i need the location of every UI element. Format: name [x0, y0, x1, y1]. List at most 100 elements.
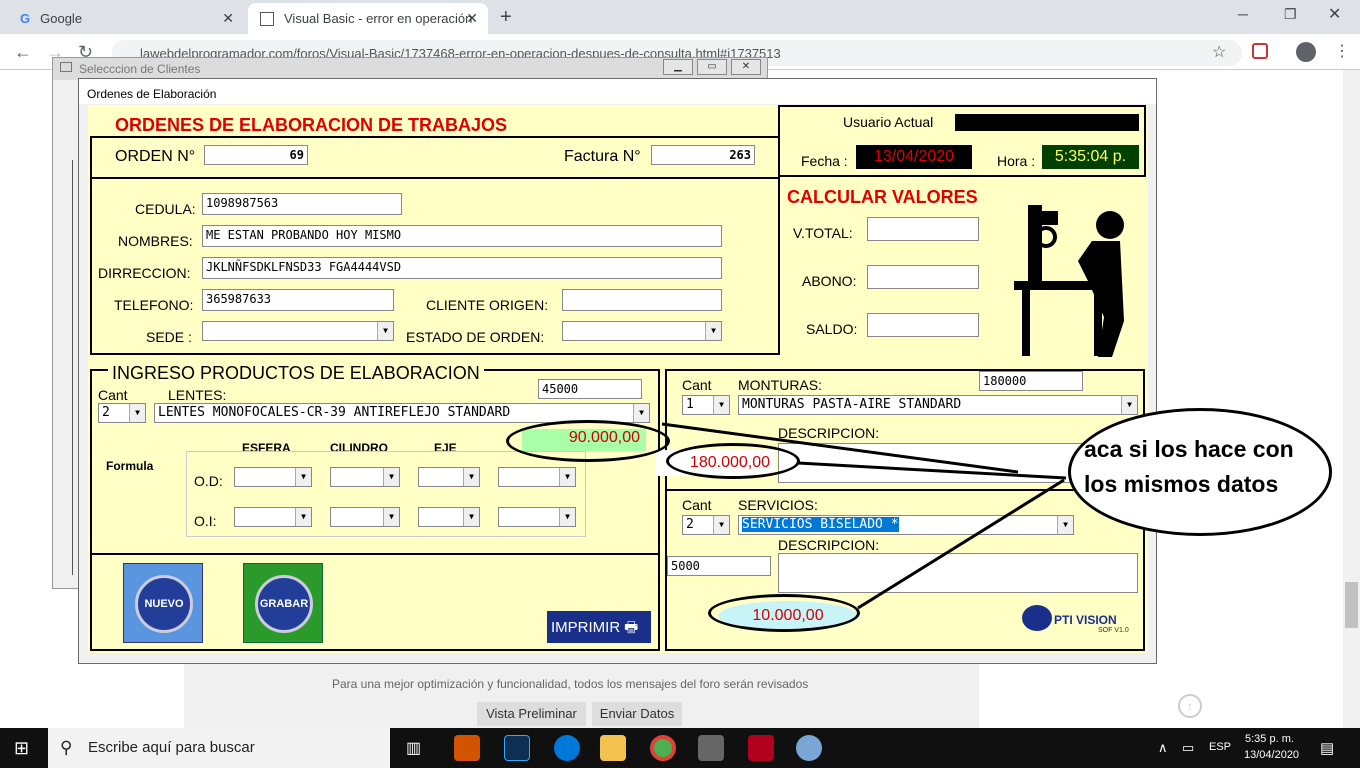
monturas-select[interactable]: MONTURAS PASTA-AIRE STANDARD ▼	[738, 395, 1138, 415]
page-scrollbar[interactable]	[1343, 70, 1360, 728]
chevron-up-icon[interactable]: ∧	[1158, 740, 1168, 756]
orders-window: Ordenes de Elaboración ORDENES DE ELABOR…	[78, 78, 1157, 664]
servicios-descripcion-field[interactable]	[778, 553, 1138, 593]
clock-time[interactable]: 5:35 p. m.	[1245, 733, 1294, 745]
select-value: MONTURAS PASTA-AIRE STANDARD	[742, 397, 962, 412]
close-icon[interactable]: ✕	[731, 59, 761, 75]
window-title: Ordenes de Elaboración	[87, 87, 217, 101]
cant-label: Cant	[682, 377, 712, 393]
od-extra-select[interactable]: ▼	[498, 467, 576, 487]
vtotal-field[interactable]	[867, 217, 979, 241]
window-title: Selecccion de Clientes	[79, 62, 201, 76]
oi-eje-select[interactable]: ▼	[418, 507, 480, 527]
od-eje-select[interactable]: ▼	[418, 467, 480, 487]
sede-select[interactable]: ▼	[202, 321, 394, 341]
nuevo-button[interactable]: NUEVO	[123, 563, 203, 643]
minimize-icon[interactable]: ─	[1238, 6, 1248, 22]
imprimir-button[interactable]: IMPRIMIR 🖶	[547, 611, 651, 643]
monturas-label: MONTURAS:	[738, 377, 822, 393]
taskbar-search-input[interactable]: Escribe aquí para buscar	[48, 728, 390, 768]
grabar-button[interactable]: GRABAR	[243, 563, 323, 643]
monturas-cant-select[interactable]: 1 ▼	[682, 395, 730, 415]
lentes-price-field[interactable]: 45000	[538, 379, 642, 399]
tab-google[interactable]: G Google ✕	[8, 3, 244, 34]
chevron-down-icon[interactable]: ▼	[129, 404, 145, 422]
chevron-down-icon[interactable]: ▼	[713, 396, 729, 414]
factura-label: Factura N°	[564, 148, 641, 165]
direccion-field[interactable]: JKLNÑFSDKLFNSD33 FGA4444VSD	[202, 257, 722, 279]
star-icon[interactable]: ☆	[1212, 42, 1226, 62]
factura-field[interactable]: 263	[651, 145, 755, 165]
cedula-field[interactable]: 1098987563	[202, 193, 402, 215]
chevron-down-icon[interactable]: ▼	[705, 322, 721, 340]
menu-icon[interactable]: ⋮	[1334, 41, 1350, 61]
clock-date[interactable]: 13/04/2020	[1244, 749, 1299, 761]
preview-button[interactable]: Vista Preliminar	[477, 702, 586, 726]
chevron-down-icon[interactable]: ▼	[463, 508, 479, 526]
chevron-down-icon[interactable]: ▼	[633, 404, 649, 422]
windows-start-icon[interactable]: ⊞	[14, 738, 29, 759]
nombres-field[interactable]: ME ESTAN PROBANDO HOY MISMO	[202, 225, 722, 247]
servicios-price-field[interactable]: 5000	[667, 556, 771, 576]
chevron-down-icon[interactable]: ▼	[559, 468, 575, 486]
monturas-price-field[interactable]: 180000	[979, 371, 1083, 391]
chevron-down-icon[interactable]: ▼	[383, 468, 399, 486]
search-icon: ⚲	[60, 738, 73, 757]
abono-field[interactable]	[867, 265, 979, 289]
photoshop-icon[interactable]	[504, 735, 530, 761]
nuevo-label: NUEVO	[135, 575, 193, 633]
chevron-down-icon[interactable]: ▼	[1121, 396, 1137, 414]
saldo-field[interactable]	[867, 313, 979, 337]
maximize-icon[interactable]: ▭	[697, 59, 727, 75]
oi-cilindro-select[interactable]: ▼	[330, 507, 400, 527]
powerpoint-icon[interactable]	[454, 735, 480, 761]
telefono-field[interactable]: 365987633	[202, 289, 394, 311]
chevron-down-icon[interactable]: ▼	[463, 468, 479, 486]
od-esfera-select[interactable]: ▼	[234, 467, 312, 487]
notifications-icon[interactable]: ▤	[1320, 739, 1334, 757]
scrollbar-thumb[interactable]	[1345, 582, 1358, 628]
od-label: O.D:	[194, 473, 223, 489]
chevron-down-icon[interactable]: ▼	[559, 508, 575, 526]
back-icon[interactable]: ←	[14, 42, 32, 63]
send-button[interactable]: Enviar Datos	[592, 702, 682, 726]
lentes-cant-select[interactable]: 2 ▼	[98, 403, 146, 423]
chevron-down-icon[interactable]: ▼	[377, 322, 393, 340]
chrome-icon[interactable]	[650, 735, 676, 761]
chevron-down-icon[interactable]: ▼	[383, 508, 399, 526]
cliente-origen-label: CLIENTE ORIGEN:	[426, 297, 549, 313]
chevron-down-icon[interactable]: ▼	[295, 468, 311, 486]
estado-select[interactable]: ▼	[562, 321, 722, 341]
tab-visual-basic[interactable]: Visual Basic - error en operación ✕	[248, 3, 488, 34]
orden-field[interactable]: 69	[204, 145, 308, 165]
file-explorer-icon[interactable]	[600, 735, 626, 761]
restore-icon[interactable]: ❐	[1284, 6, 1297, 23]
network-icon[interactable]: ▭	[1182, 740, 1194, 756]
extension-icon[interactable]	[1252, 43, 1268, 59]
minimize-icon[interactable]: ▁	[663, 59, 693, 75]
close-tab-icon[interactable]: ✕	[466, 10, 478, 27]
chevron-down-icon[interactable]: ▼	[1057, 516, 1073, 534]
oi-esfera-select[interactable]: ▼	[234, 507, 312, 527]
cant-label: Cant	[98, 387, 128, 403]
chevron-down-icon[interactable]: ▼	[713, 516, 729, 534]
language-indicator[interactable]: ESP	[1209, 741, 1231, 753]
acrobat-icon[interactable]	[748, 735, 774, 761]
task-view-icon[interactable]: ▥	[406, 738, 421, 758]
scroll-top-icon[interactable]: ↑	[1178, 694, 1202, 718]
new-tab-icon[interactable]: +	[500, 6, 512, 29]
annotation-ellipse	[708, 594, 860, 632]
close-window-icon[interactable]: ✕	[1328, 4, 1341, 24]
oi-extra-select[interactable]: ▼	[498, 507, 576, 527]
od-cilindro-select[interactable]: ▼	[330, 467, 400, 487]
chevron-down-icon[interactable]: ▼	[295, 508, 311, 526]
annotation-ellipse	[506, 420, 670, 462]
edge-icon[interactable]	[554, 735, 580, 761]
vb-app-icon[interactable]	[698, 735, 724, 761]
close-tab-icon[interactable]: ✕	[222, 10, 234, 27]
profile-icon[interactable]	[1296, 42, 1316, 62]
servicios-select[interactable]: SERVICIOS BISELADO * ▼	[738, 515, 1074, 535]
servicios-cant-select[interactable]: 2 ▼	[682, 515, 730, 535]
paint-icon[interactable]	[796, 735, 822, 761]
cliente-origen-field[interactable]	[562, 289, 722, 311]
